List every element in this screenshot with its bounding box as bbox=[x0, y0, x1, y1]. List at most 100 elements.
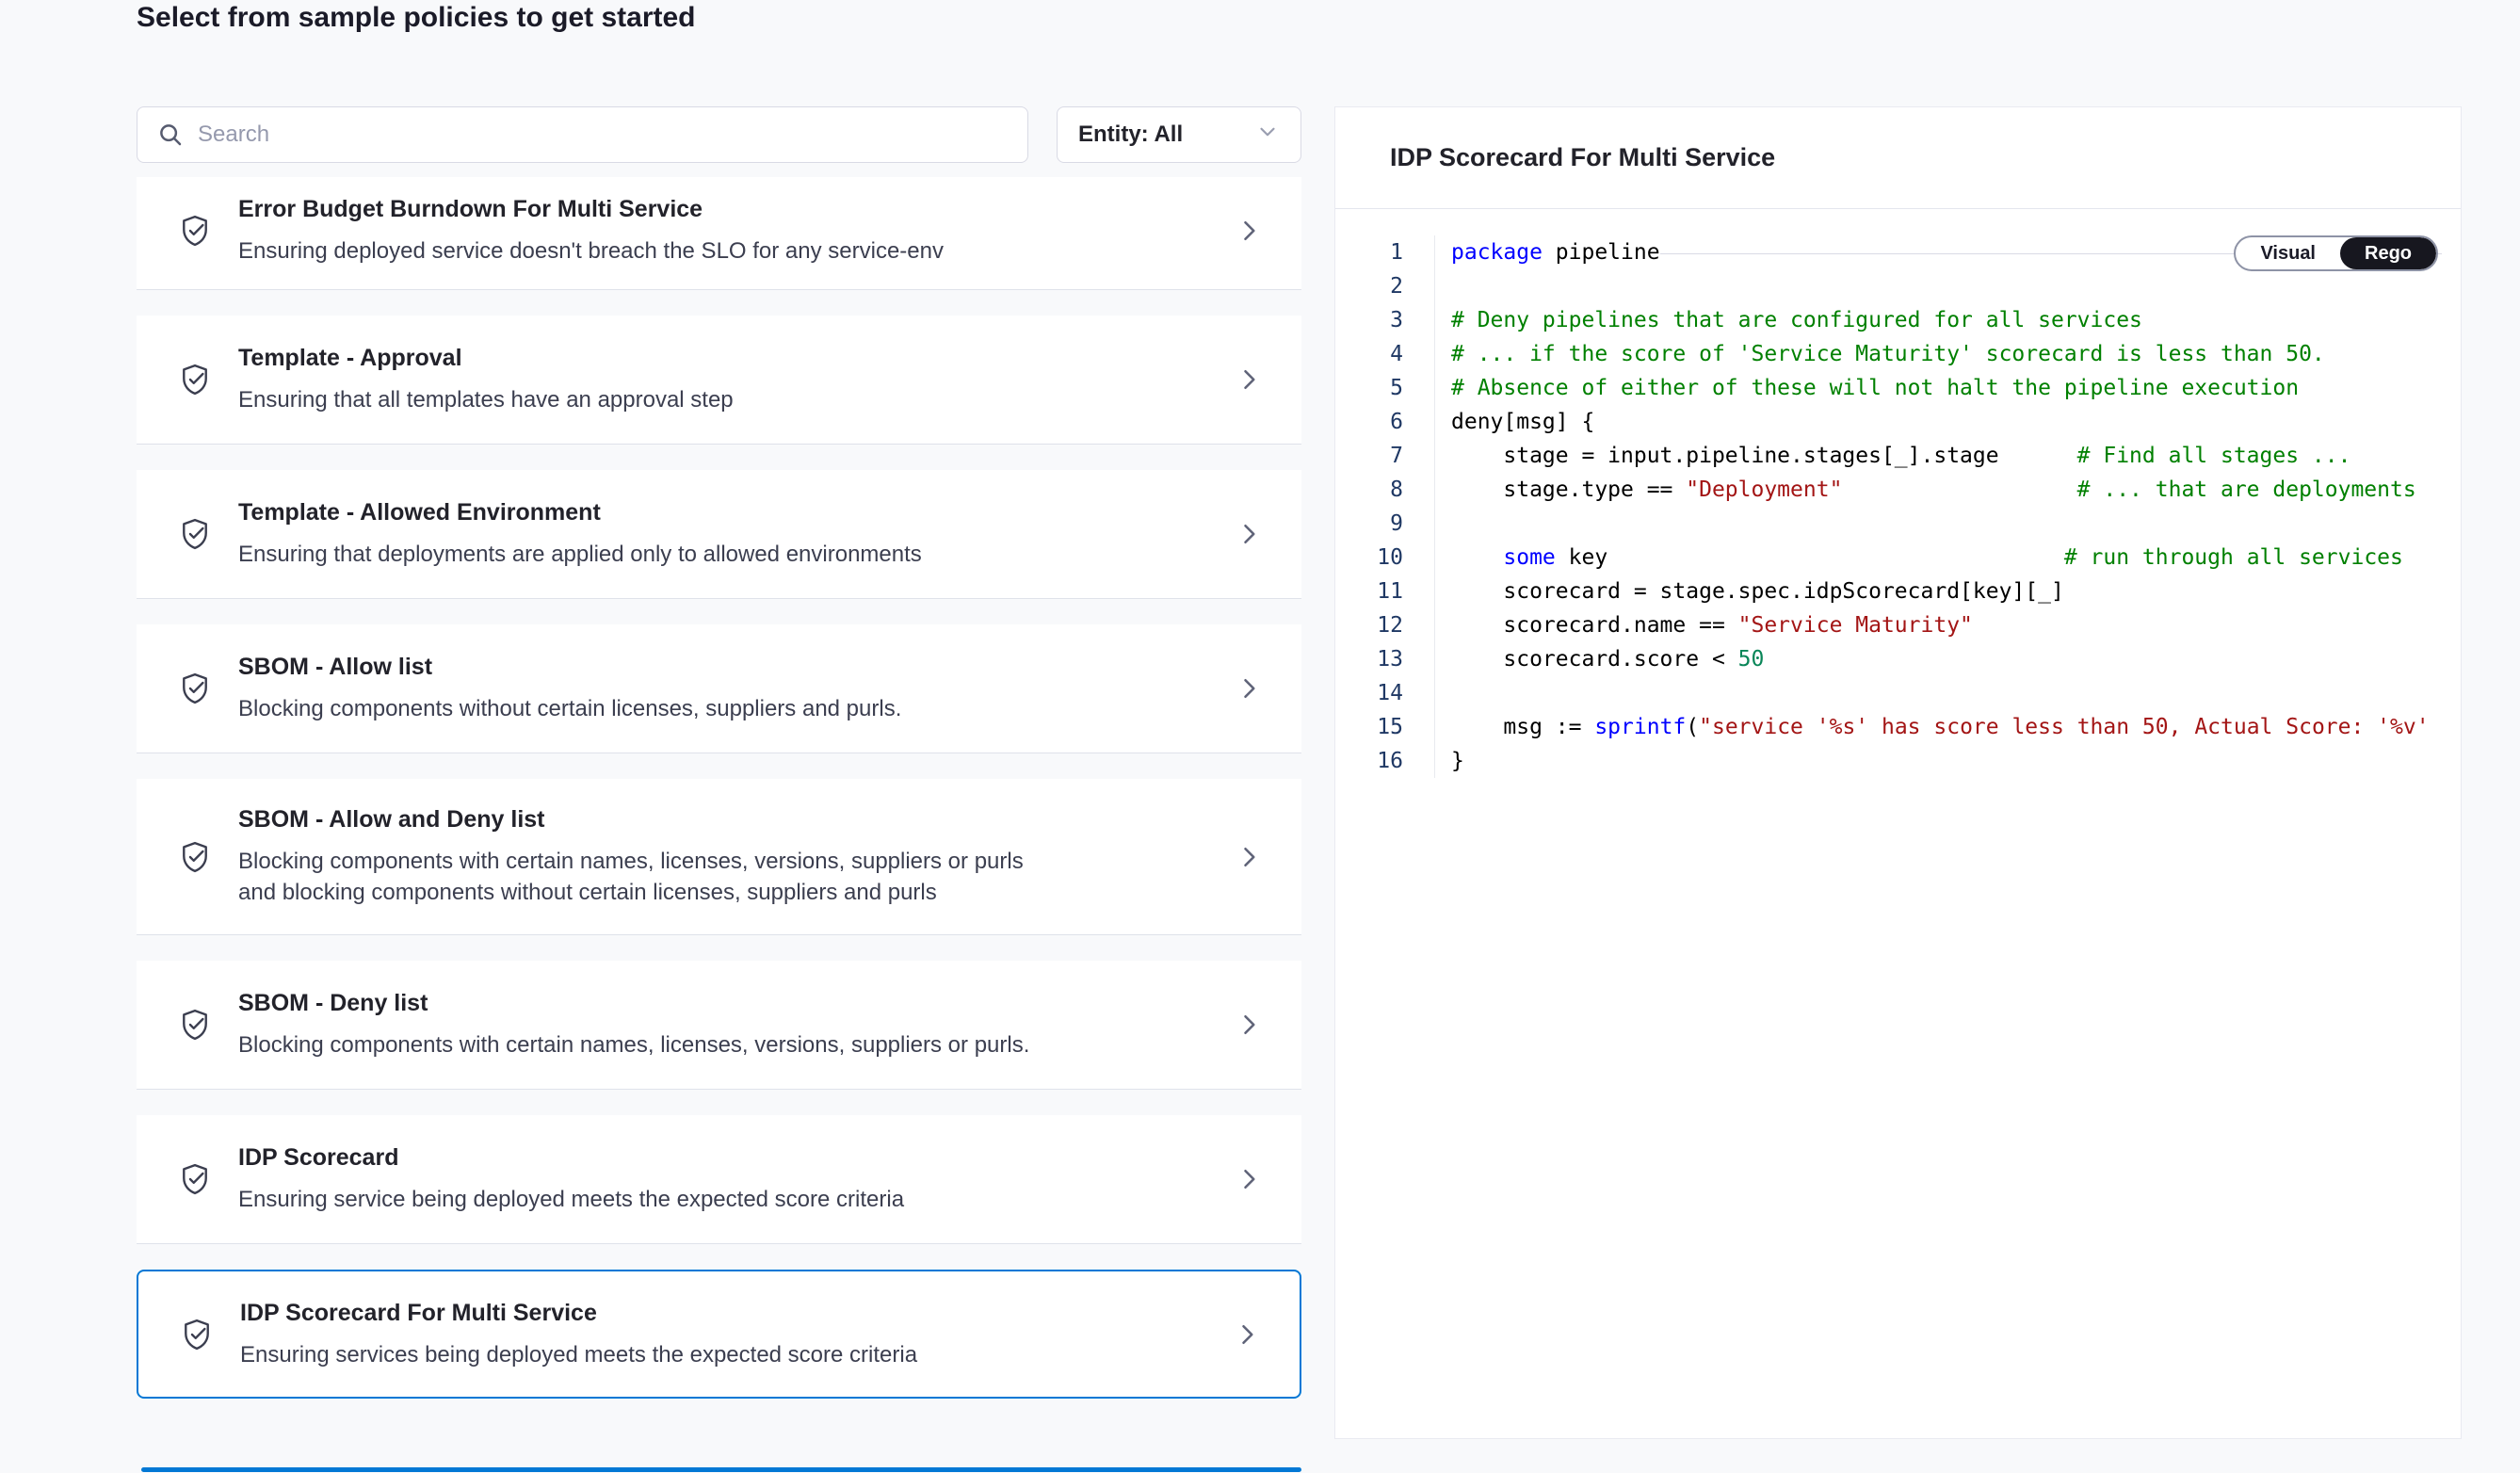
shield-check-icon bbox=[177, 213, 213, 249]
policy-list-item[interactable]: SBOM - Deny list Blocking components with… bbox=[137, 961, 1301, 1090]
code-line: 11 scorecard = stage.spec.idpScorecard[k… bbox=[1335, 575, 2461, 608]
entity-filter-value: Entity: All bbox=[1078, 121, 1183, 148]
code-text bbox=[1435, 676, 1451, 710]
policy-description: Blocking components with certain names, … bbox=[238, 1029, 1067, 1060]
code-text: some key # run through all services bbox=[1435, 541, 2403, 575]
code-line: 7 stage = input.pipeline.stages[_].stage… bbox=[1335, 439, 2461, 473]
policy-text: Template - ApprovalEnsuring that all tem… bbox=[238, 344, 1067, 415]
code-text bbox=[1435, 507, 1451, 541]
policy-title: SBOM - Allow and Deny list bbox=[238, 805, 1067, 834]
policy-title: SBOM - Allow list bbox=[238, 653, 1067, 681]
policy-text: SBOM - Allow and Deny list Blocking compo… bbox=[238, 805, 1067, 908]
chevron-right-icon bbox=[1234, 1321, 1260, 1348]
policy-list-item[interactable]: SBOM - Allow list Blocking components wit… bbox=[137, 624, 1301, 753]
code-text: stage = input.pipeline.stages[_].stage #… bbox=[1435, 439, 2350, 473]
policy-list-item[interactable]: IDP Scorecard Ensuring service being depl… bbox=[137, 1115, 1301, 1244]
line-number: 15 bbox=[1335, 710, 1435, 744]
policy-title: SBOM - Deny list bbox=[238, 989, 1067, 1017]
code-text: stage.type == "Deployment" # ... that ar… bbox=[1435, 473, 2416, 507]
chevron-right-icon bbox=[1236, 675, 1262, 702]
search-box[interactable] bbox=[137, 106, 1028, 163]
code-line: 6deny[msg] { bbox=[1335, 405, 2461, 439]
code-line: 2 bbox=[1335, 269, 2461, 303]
policy-detail-panel: IDP Scorecard For Multi Service Visual R… bbox=[1334, 106, 2462, 1439]
sample-policy-selector: Select from sample policies to get start… bbox=[0, 0, 2520, 1473]
shield-check-icon bbox=[177, 1007, 213, 1043]
chevron-right-icon bbox=[1236, 366, 1262, 393]
policy-list-item[interactable]: Error Budget Burndown For Multi ServiceE… bbox=[137, 177, 1301, 290]
line-number: 6 bbox=[1335, 405, 1435, 439]
line-number: 12 bbox=[1335, 608, 1435, 642]
policy-list-item[interactable]: IDP Scorecard For Multi Service Ensuring … bbox=[137, 1270, 1301, 1399]
policy-title: IDP Scorecard For Multi Service bbox=[240, 1299, 1069, 1327]
code-text: # Absence of either of these will not ha… bbox=[1435, 371, 2299, 405]
policy-text: IDP Scorecard Ensuring service being depl… bbox=[238, 1143, 1067, 1215]
policy-description: Ensuring services being deployed meets t… bbox=[240, 1339, 1069, 1370]
code-line: 8 stage.type == "Deployment" # ... that … bbox=[1335, 473, 2461, 507]
entity-filter-dropdown[interactable]: Entity: All bbox=[1057, 106, 1301, 163]
line-number: 3 bbox=[1335, 303, 1435, 337]
policy-list-panel: Entity: All Error Budget Burndown For Mu… bbox=[137, 106, 1301, 1399]
search-input[interactable] bbox=[198, 121, 1009, 148]
policy-list-item[interactable]: SBOM - Allow and Deny list Blocking compo… bbox=[137, 779, 1301, 935]
rego-toggle-button[interactable]: Rego bbox=[2340, 237, 2436, 269]
line-number: 5 bbox=[1335, 371, 1435, 405]
code-line: 10 some key # run through all services bbox=[1335, 541, 2461, 575]
policy-list-item[interactable]: Template - ApprovalEnsuring that all tem… bbox=[137, 316, 1301, 445]
chevron-right-icon bbox=[1236, 1166, 1262, 1192]
code-text: scorecard.score < 50 bbox=[1435, 642, 1764, 676]
code-line: 14 bbox=[1335, 676, 2461, 710]
policy-text: Error Budget Burndown For Multi ServiceE… bbox=[238, 195, 1067, 267]
code-line: 9 bbox=[1335, 507, 2461, 541]
line-number: 8 bbox=[1335, 473, 1435, 507]
line-number: 7 bbox=[1335, 439, 1435, 473]
search-icon bbox=[156, 121, 185, 149]
horizontal-scrollbar[interactable] bbox=[141, 1467, 1301, 1472]
policy-text: SBOM - Deny list Blocking components with… bbox=[238, 989, 1067, 1060]
line-number: 13 bbox=[1335, 642, 1435, 676]
policy-description: Blocking components with certain names, … bbox=[238, 846, 1067, 908]
page-title: Select from sample policies to get start… bbox=[137, 2, 696, 34]
policy-title: Template - Approval bbox=[238, 344, 1067, 372]
line-number: 2 bbox=[1335, 269, 1435, 303]
code-text: package pipeline bbox=[1435, 235, 1660, 269]
policy-text: IDP Scorecard For Multi Service Ensuring … bbox=[240, 1299, 1069, 1370]
code-text: # ... if the score of 'Service Maturity'… bbox=[1435, 337, 2325, 371]
code-text: # Deny pipelines that are configured for… bbox=[1435, 303, 2142, 337]
code-lines: 1package pipeline23# Deny pipelines that… bbox=[1335, 235, 2461, 778]
policy-text: Template - Allowed EnvironmentEnsuring t… bbox=[238, 498, 1067, 570]
code-line: 15 msg := sprintf("service '%s' has scor… bbox=[1335, 710, 2461, 744]
code-line: 12 scorecard.name == "Service Maturity" bbox=[1335, 608, 2461, 642]
code-line: 5# Absence of either of these will not h… bbox=[1335, 371, 2461, 405]
code-line: 13 scorecard.score < 50 bbox=[1335, 642, 2461, 676]
chevron-right-icon bbox=[1236, 521, 1262, 547]
code-line: 16} bbox=[1335, 744, 2461, 778]
detail-header: IDP Scorecard For Multi Service bbox=[1335, 107, 2461, 209]
policy-description: Ensuring deployed service doesn't breach… bbox=[238, 235, 1067, 267]
shield-check-icon bbox=[177, 671, 213, 706]
line-number: 16 bbox=[1335, 744, 1435, 778]
chevron-down-icon bbox=[1255, 120, 1280, 151]
code-text: } bbox=[1435, 744, 1464, 778]
line-number: 9 bbox=[1335, 507, 1435, 541]
code-text: scorecard.name == "Service Maturity" bbox=[1435, 608, 1973, 642]
policy-list-item[interactable]: Template - Allowed EnvironmentEnsuring t… bbox=[137, 470, 1301, 599]
policy-description: Blocking components without certain lice… bbox=[238, 693, 1067, 724]
code-text bbox=[1435, 269, 1451, 303]
line-number: 1 bbox=[1335, 235, 1435, 269]
visual-toggle-button[interactable]: Visual bbox=[2236, 237, 2340, 269]
line-number: 11 bbox=[1335, 575, 1435, 608]
chevron-right-icon bbox=[1236, 218, 1262, 244]
shield-check-icon bbox=[177, 362, 213, 397]
policy-title: IDP Scorecard bbox=[238, 1143, 1067, 1172]
policy-text: SBOM - Allow list Blocking components wit… bbox=[238, 653, 1067, 724]
code-text: deny[msg] { bbox=[1435, 405, 1594, 439]
detail-title: IDP Scorecard For Multi Service bbox=[1390, 143, 1775, 172]
code-line: 3# Deny pipelines that are configured fo… bbox=[1335, 303, 2461, 337]
view-toggle: Visual Rego bbox=[2234, 235, 2438, 271]
list-toolbar: Entity: All bbox=[137, 106, 1301, 163]
line-number: 4 bbox=[1335, 337, 1435, 371]
code-text: msg := sprintf("service '%s' has score l… bbox=[1435, 710, 2430, 744]
chevron-right-icon bbox=[1236, 844, 1262, 870]
policy-description: Ensuring service being deployed meets th… bbox=[238, 1184, 1067, 1215]
